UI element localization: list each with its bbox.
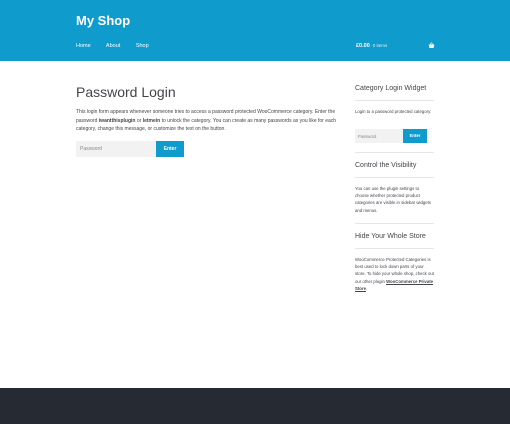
password-example-1: iwantthisplugin — [98, 117, 136, 124]
widget-title-category-login: Category Login Widget — [355, 85, 427, 92]
page-title: Password Login — [76, 84, 176, 100]
widget-password-input[interactable] — [355, 129, 403, 143]
widget-title-visibility: Control the Visibility — [355, 162, 417, 169]
nav-item-about[interactable]: About — [106, 43, 120, 49]
site-footer — [0, 388, 510, 424]
login-description: This login form appears whenever someone… — [76, 109, 337, 132]
cart-amount: £0.00 — [356, 43, 370, 49]
password-example-2: letmein — [142, 117, 161, 124]
widget-enter-button[interactable]: Enter — [403, 129, 427, 143]
nav-item-home[interactable]: Home — [76, 43, 91, 49]
site-header: My Shop Home About Shop £0.00 0 items — [0, 0, 510, 61]
site-title[interactable]: My Shop — [76, 13, 130, 28]
basket-icon[interactable] — [428, 42, 435, 49]
nav-item-shop[interactable]: Shop — [136, 43, 149, 49]
divider — [355, 100, 434, 101]
divider — [355, 152, 434, 153]
divider — [355, 177, 434, 178]
widget-text-visibility: You can use the plugin settings to choos… — [355, 186, 431, 213]
divider — [355, 223, 434, 224]
password-input[interactable] — [76, 141, 156, 157]
primary-nav: Home About Shop — [76, 43, 163, 49]
widget-text-hide-store: WooCommerce Protected Categories is best… — [355, 257, 434, 291]
cart-items-count: 0 items — [372, 43, 388, 48]
enter-button[interactable]: Enter — [156, 141, 184, 157]
widget-text-category-login: Login to a password protected category: — [355, 109, 432, 114]
divider — [355, 248, 434, 249]
cart-summary[interactable]: £0.00 0 items — [356, 43, 387, 49]
widget-title-hide-store: Hide Your Whole Store — [355, 233, 426, 240]
